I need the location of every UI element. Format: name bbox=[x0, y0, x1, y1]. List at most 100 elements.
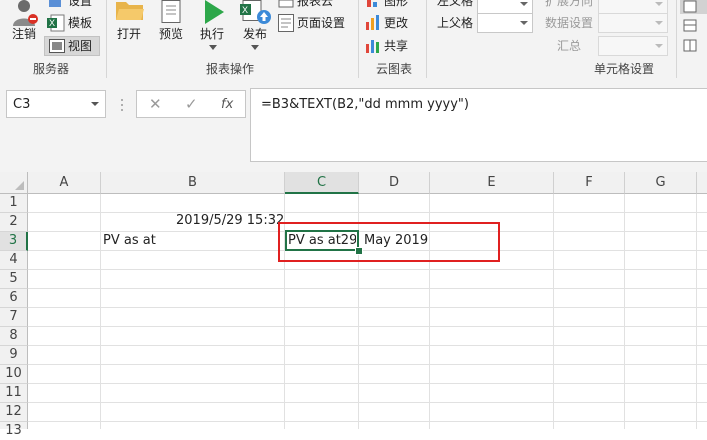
group-separator bbox=[426, 0, 427, 78]
server-group-label: 服务器 bbox=[33, 62, 70, 76]
gridline bbox=[28, 212, 707, 213]
gridline bbox=[28, 383, 707, 384]
insert-tool-icon[interactable] bbox=[680, 0, 707, 58]
formula-input[interactable]: =B3&TEXT(B2,"dd mmm yyyy") bbox=[250, 88, 707, 162]
data-settings-select[interactable] bbox=[598, 13, 668, 33]
gridline bbox=[553, 194, 554, 429]
ribbon: 注销 设置 X 模板 视图 服务器 打开 预览 执行 X 发布 报表云 页面设置… bbox=[0, 0, 707, 81]
select-all-corner[interactable] bbox=[0, 172, 28, 194]
row-header-6[interactable]: 6 bbox=[0, 289, 28, 308]
execute-dropdown-icon[interactable] bbox=[209, 45, 217, 50]
change-chart-icon bbox=[366, 15, 379, 30]
summary-select[interactable] bbox=[598, 36, 668, 56]
share-button[interactable]: 共享 bbox=[384, 39, 408, 53]
group-separator bbox=[358, 0, 359, 78]
cancel-icon[interactable]: ✕ bbox=[149, 95, 162, 113]
cell-b3[interactable]: PV as at bbox=[103, 232, 156, 250]
publish-dropdown-icon[interactable] bbox=[251, 45, 259, 50]
gridline bbox=[624, 194, 625, 429]
report-ops-group-label: 报表操作 bbox=[206, 62, 255, 76]
shape-button[interactable]: 图形 bbox=[384, 0, 408, 8]
execute-button[interactable]: 执行 bbox=[200, 27, 224, 41]
svg-text:X: X bbox=[242, 5, 248, 15]
change-button[interactable]: 更改 bbox=[384, 16, 408, 30]
expand-direction-select[interactable] bbox=[598, 0, 668, 14]
publish-icon: X bbox=[240, 0, 271, 24]
folder-open-icon bbox=[116, 2, 144, 20]
gridline bbox=[28, 326, 707, 327]
preview-button[interactable]: 预览 bbox=[159, 27, 183, 41]
report-cloud-button[interactable]: 报表云 bbox=[297, 0, 333, 8]
column-header-b[interactable]: B bbox=[101, 172, 285, 194]
formula-buttons: ✕ ✓ fx bbox=[136, 90, 246, 118]
settings-icon bbox=[49, 0, 61, 7]
left-parent-label: 左父格 bbox=[437, 0, 474, 8]
cell-settings-group-label: 单元格设置 bbox=[594, 62, 655, 76]
formula-text: =B3&TEXT(B2,"dd mmm yyyy") bbox=[261, 97, 469, 112]
highlight-annotation-box bbox=[278, 222, 500, 262]
formula-bar-grip-icon bbox=[121, 99, 123, 111]
cell-b2[interactable]: 2019/5/29 15:32 bbox=[176, 212, 284, 230]
top-parent-label: 上父格 bbox=[437, 16, 474, 30]
column-header-h[interactable] bbox=[697, 172, 707, 194]
gridline bbox=[28, 269, 707, 270]
gridline bbox=[28, 288, 707, 289]
cloud-group-label: 云图表 bbox=[376, 62, 413, 76]
column-header-f[interactable]: F bbox=[554, 172, 625, 194]
column-header-a[interactable]: A bbox=[28, 172, 101, 194]
gridline bbox=[28, 402, 707, 403]
row-header-4[interactable]: 4 bbox=[0, 251, 28, 270]
gridline bbox=[28, 307, 707, 308]
chevron-down-icon bbox=[655, 2, 663, 6]
row-header-2[interactable]: 2 bbox=[0, 213, 28, 232]
row-header-11[interactable]: 11 bbox=[0, 384, 28, 403]
row-header-9[interactable]: 9 bbox=[0, 346, 28, 365]
report-cloud-icon bbox=[278, 0, 294, 8]
execute-play-icon bbox=[205, 0, 224, 24]
column-header-e[interactable]: E bbox=[430, 172, 554, 194]
publish-button[interactable]: 发布 bbox=[243, 27, 267, 41]
left-parent-select[interactable] bbox=[477, 0, 533, 14]
gridline bbox=[28, 421, 707, 422]
row-header-5[interactable]: 5 bbox=[0, 270, 28, 289]
shape-chart-icon bbox=[367, 0, 377, 7]
view-button[interactable]: 视图 bbox=[68, 39, 92, 53]
excel-template-icon: X bbox=[47, 14, 65, 32]
row-header-3[interactable]: 3 bbox=[0, 232, 28, 251]
row-header-1[interactable]: 1 bbox=[0, 194, 28, 213]
data-settings-label: 数据设置 bbox=[545, 16, 594, 30]
gridline bbox=[28, 345, 707, 346]
group-separator bbox=[676, 0, 677, 78]
name-box[interactable]: C3 bbox=[6, 90, 106, 118]
gridline bbox=[100, 194, 101, 429]
group-separator bbox=[106, 0, 107, 78]
top-parent-select[interactable] bbox=[477, 13, 533, 33]
view-icon bbox=[49, 39, 65, 53]
gridline bbox=[28, 364, 707, 365]
row-header-8[interactable]: 8 bbox=[0, 327, 28, 346]
chevron-down-icon bbox=[655, 44, 663, 48]
spreadsheet-grid[interactable]: A B C D E F G 1 2 3 4 5 6 7 8 9 10 11 12… bbox=[0, 172, 707, 438]
column-header-g[interactable]: G bbox=[625, 172, 697, 194]
share-icon bbox=[366, 40, 379, 53]
logout-button[interactable]: 注销 bbox=[12, 27, 36, 41]
row-header-10[interactable]: 10 bbox=[0, 365, 28, 384]
open-button[interactable]: 打开 bbox=[117, 27, 141, 41]
row-header-12[interactable]: 12 bbox=[0, 403, 28, 422]
chevron-down-icon bbox=[520, 2, 528, 6]
summary-label: 汇总 bbox=[557, 39, 582, 53]
column-header-d[interactable]: D bbox=[359, 172, 430, 194]
expand-direction-label: 扩展方向 bbox=[545, 0, 594, 8]
chevron-down-icon bbox=[520, 21, 528, 25]
user-logout-icon bbox=[13, 0, 38, 26]
row-header-13[interactable]: 13 bbox=[0, 422, 28, 438]
template-button[interactable]: 模板 bbox=[68, 16, 92, 30]
column-header-c[interactable]: C bbox=[285, 172, 359, 194]
enter-check-icon[interactable]: ✓ bbox=[185, 95, 198, 113]
name-box-value: C3 bbox=[13, 97, 31, 112]
page-settings-button[interactable]: 页面设置 bbox=[297, 16, 345, 30]
settings-button[interactable]: 设置 bbox=[68, 0, 92, 8]
page-settings-icon bbox=[278, 14, 294, 32]
row-header-7[interactable]: 7 bbox=[0, 308, 28, 327]
insert-function-icon[interactable]: fx bbox=[221, 97, 233, 112]
